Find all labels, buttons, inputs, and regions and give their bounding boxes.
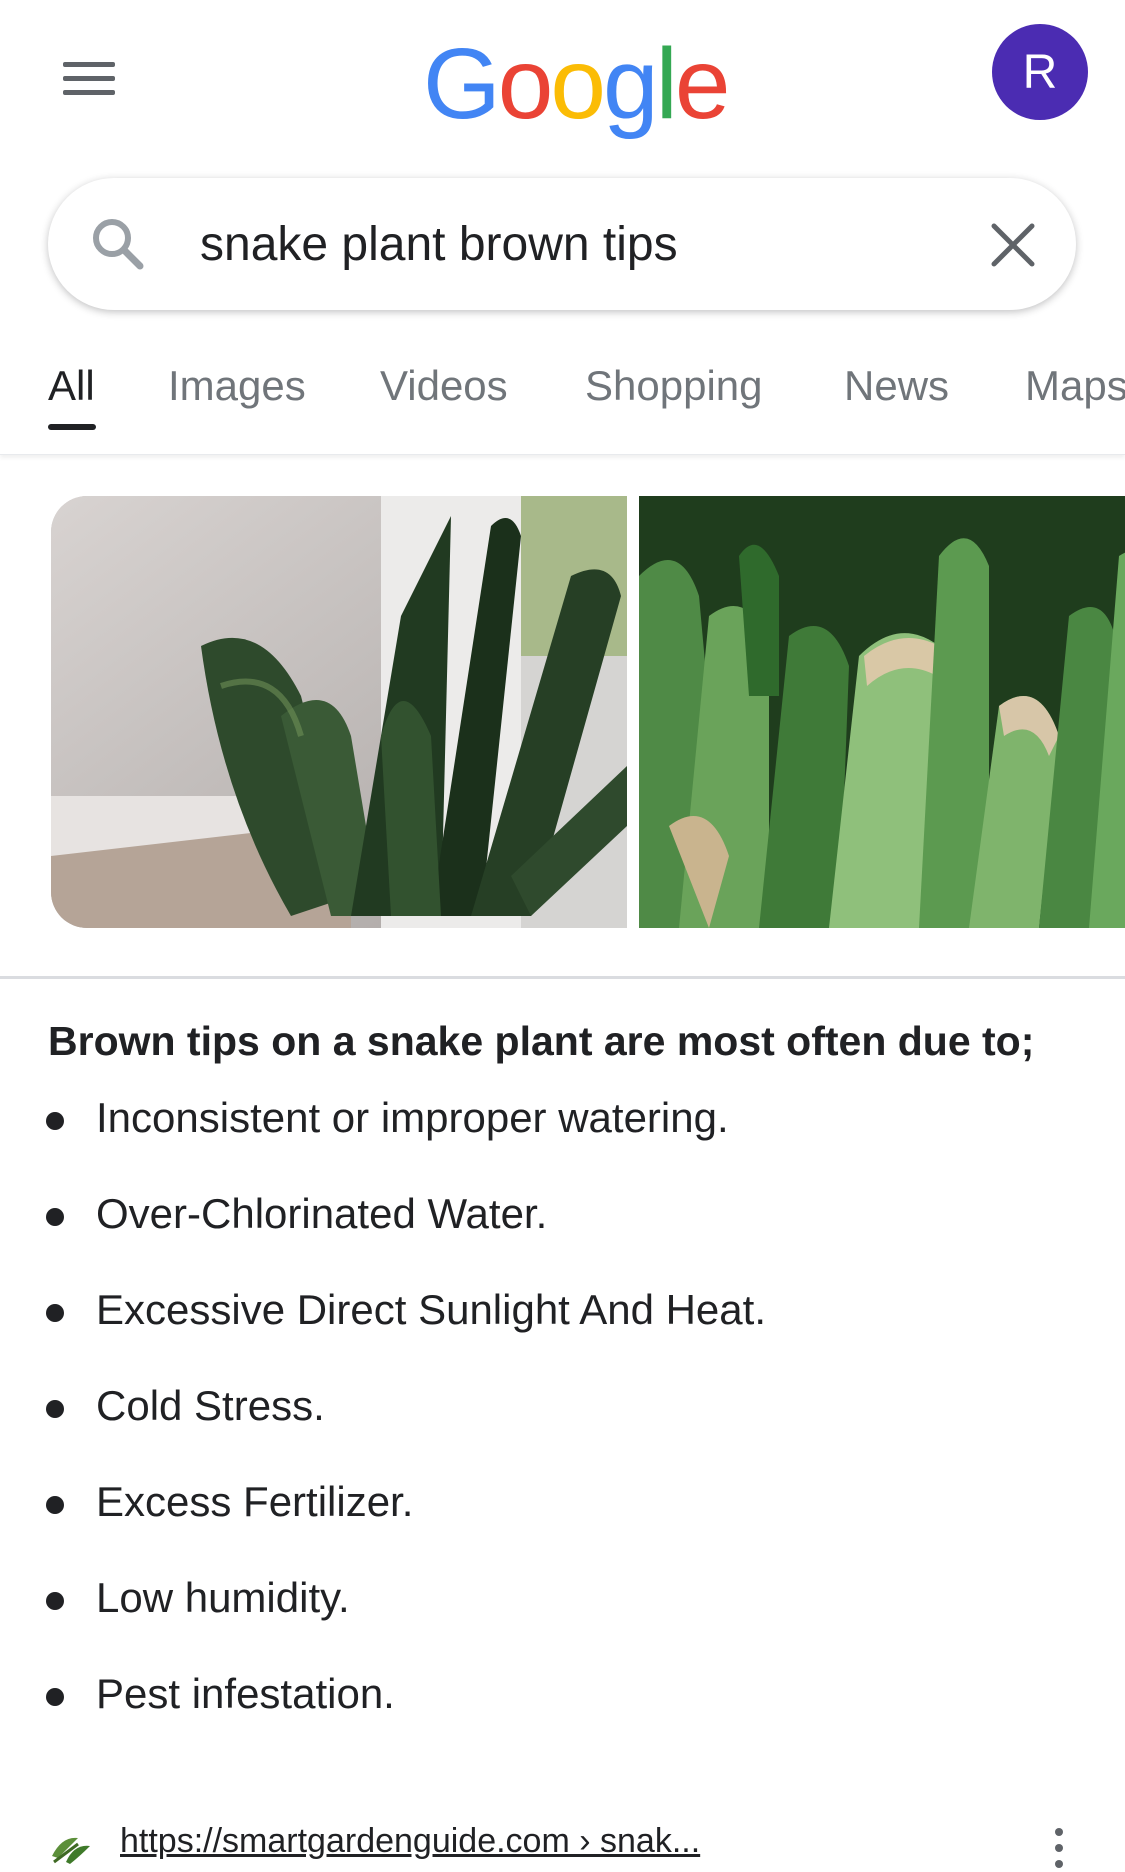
google-logo[interactable]: Google bbox=[423, 24, 731, 144]
list-item-text: Excess Fertilizer. bbox=[96, 1478, 414, 1525]
top-bar: Google R bbox=[0, 0, 1125, 160]
list-item: Cold Stress. bbox=[0, 1380, 1100, 1440]
bullet-icon bbox=[46, 1208, 64, 1226]
image-result-snake-plant-brown-tips[interactable] bbox=[639, 496, 1125, 928]
image-result-snake-plant-dark-leaves[interactable] bbox=[51, 496, 627, 928]
tab-images[interactable]: Images bbox=[168, 362, 306, 410]
bullet-icon bbox=[46, 1112, 64, 1130]
search-box[interactable] bbox=[48, 178, 1076, 310]
list-item: Pest infestation. bbox=[0, 1668, 1100, 1728]
source-row: https://smartgardenguide.com › snak... bbox=[0, 1812, 1125, 1872]
logo-letter: e bbox=[674, 28, 731, 140]
avatar[interactable]: R bbox=[992, 24, 1088, 120]
list-item-text: Over-Chlorinated Water. bbox=[96, 1190, 548, 1237]
tab-all[interactable]: All bbox=[48, 362, 95, 410]
active-tab-indicator bbox=[48, 424, 96, 430]
list-item-text: Low humidity. bbox=[96, 1574, 350, 1621]
section-divider bbox=[0, 976, 1125, 979]
search-icon[interactable] bbox=[90, 216, 146, 272]
close-icon[interactable] bbox=[988, 220, 1038, 270]
bullet-icon bbox=[46, 1304, 64, 1322]
list-item-text: Pest infestation. bbox=[96, 1670, 395, 1717]
logo-letter: o bbox=[497, 28, 554, 140]
tab-maps[interactable]: Maps bbox=[1025, 362, 1125, 410]
logo-letter: g bbox=[603, 28, 659, 140]
bullet-icon bbox=[46, 1496, 64, 1514]
bullet-icon bbox=[46, 1592, 64, 1610]
bullet-icon bbox=[46, 1688, 64, 1706]
list-item-text: Cold Stress. bbox=[96, 1382, 325, 1429]
image-results-carousel[interactable] bbox=[0, 496, 1125, 928]
list-item: Excess Fertilizer. bbox=[0, 1476, 1100, 1536]
snake-plant-photo-1 bbox=[51, 496, 627, 928]
more-vert-icon[interactable] bbox=[1053, 1828, 1065, 1868]
search-input[interactable] bbox=[200, 208, 980, 280]
list-item: Excessive Direct Sunlight And Heat. bbox=[0, 1284, 1100, 1344]
snake-plant-photo-2 bbox=[639, 496, 1125, 928]
tab-news[interactable]: News bbox=[844, 362, 949, 410]
logo-letter: o bbox=[550, 28, 606, 140]
answer-title: Brown tips on a snake plant are most oft… bbox=[48, 1018, 1035, 1064]
source-link[interactable]: https://smartgardenguide.com › snak... bbox=[120, 1822, 700, 1861]
hamburger-menu-icon[interactable] bbox=[60, 58, 118, 100]
list-item: Low humidity. bbox=[0, 1572, 1100, 1632]
list-item-text: Inconsistent or improper watering. bbox=[96, 1094, 729, 1141]
logo-letter: G bbox=[423, 28, 501, 140]
list-item: Inconsistent or improper watering. bbox=[0, 1092, 1100, 1152]
tab-shopping[interactable]: Shopping bbox=[585, 362, 763, 410]
list-item-text: Excessive Direct Sunlight And Heat. bbox=[96, 1286, 766, 1333]
tab-videos[interactable]: Videos bbox=[380, 362, 508, 410]
bullet-icon bbox=[46, 1400, 64, 1418]
list-item: Over-Chlorinated Water. bbox=[0, 1188, 1100, 1248]
search-tabs: All Images Videos Shopping News Maps bbox=[0, 348, 1125, 455]
leaf-icon bbox=[52, 1837, 90, 1864]
logo-letter: l bbox=[655, 28, 678, 140]
